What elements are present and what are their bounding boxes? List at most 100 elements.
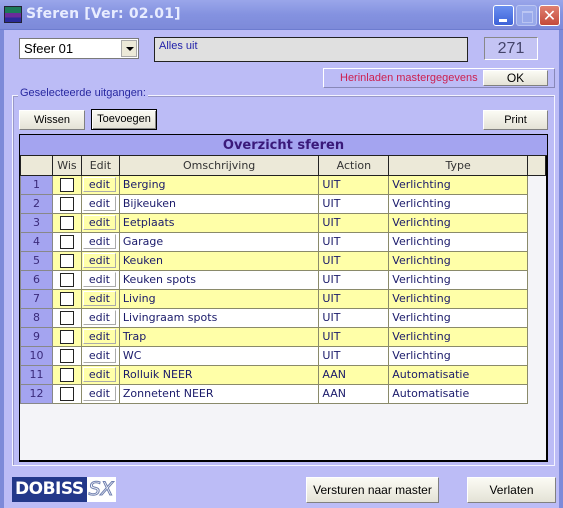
description-field[interactable]: Alles uit bbox=[154, 37, 468, 62]
omschrijving-cell: Berging bbox=[118, 174, 320, 195]
action-cell: AAN bbox=[318, 364, 390, 385]
table-row[interactable]: 5 edit Keuken UIT Verlichting bbox=[20, 250, 546, 271]
table-row[interactable]: 12 edit Zonnetent NEER AAN Automatisatie bbox=[20, 383, 546, 404]
omschrijving-cell: Zonnetent NEER bbox=[118, 383, 320, 404]
row-spacer bbox=[528, 308, 546, 327]
action-cell: UIT bbox=[318, 231, 390, 252]
wis-checkbox[interactable] bbox=[59, 367, 74, 382]
col-header-wis: Wis bbox=[51, 156, 82, 176]
toevoegen-button[interactable]: Toevoegen bbox=[91, 109, 157, 130]
omschrijving-cell: Trap bbox=[118, 326, 320, 347]
col-header-action: Action bbox=[318, 156, 390, 176]
wis-checkbox[interactable] bbox=[59, 177, 74, 192]
table-row[interactable]: 9 edit Trap UIT Verlichting bbox=[20, 326, 546, 347]
edit-cell: edit bbox=[80, 345, 120, 366]
edit-button[interactable]: edit bbox=[82, 386, 116, 401]
row-spacer bbox=[528, 232, 546, 251]
omschrijving-cell: Rolluik NEER bbox=[118, 364, 320, 385]
wis-checkbox[interactable] bbox=[59, 329, 74, 344]
wissen-button[interactable]: Wissen bbox=[19, 110, 85, 130]
row-number: 3 bbox=[20, 212, 53, 233]
edit-button[interactable]: edit bbox=[82, 329, 116, 344]
omschrijving-cell: Living bbox=[118, 288, 320, 309]
table-row[interactable]: 7 edit Living UIT Verlichting bbox=[20, 288, 546, 309]
table-row[interactable]: 6 edit Keuken spots UIT Verlichting bbox=[20, 269, 546, 290]
type-cell: Verlichting bbox=[388, 250, 529, 271]
edit-cell: edit bbox=[80, 231, 120, 252]
wis-checkbox[interactable] bbox=[59, 291, 74, 306]
row-number: 10 bbox=[20, 345, 53, 366]
wis-cell bbox=[51, 326, 82, 347]
edit-button[interactable]: edit bbox=[82, 253, 116, 268]
minimize-button[interactable] bbox=[493, 5, 514, 26]
edit-button[interactable]: edit bbox=[82, 177, 116, 192]
action-cell: UIT bbox=[318, 250, 390, 271]
table-row[interactable]: 2 edit Bijkeuken UIT Verlichting bbox=[20, 193, 546, 214]
row-spacer bbox=[528, 327, 546, 346]
wis-cell bbox=[51, 193, 82, 214]
wis-checkbox[interactable] bbox=[59, 215, 74, 230]
row-spacer bbox=[528, 251, 546, 270]
edit-button[interactable]: edit bbox=[82, 215, 116, 230]
omschrijving-cell: Bijkeuken bbox=[118, 193, 320, 214]
table-row[interactable]: 1 edit Berging UIT Verlichting bbox=[20, 174, 546, 195]
type-cell: Verlichting bbox=[388, 212, 529, 233]
row-number: 6 bbox=[20, 269, 53, 290]
type-cell: Verlichting bbox=[388, 174, 529, 195]
edit-button[interactable]: edit bbox=[82, 196, 116, 211]
wis-cell bbox=[51, 364, 82, 385]
wis-cell bbox=[51, 231, 82, 252]
edit-button[interactable]: edit bbox=[82, 367, 116, 382]
dobiss-logo: DOBISS SX bbox=[12, 477, 116, 502]
row-number: 4 bbox=[20, 231, 53, 252]
table-row[interactable]: 11 edit Rolluik NEER AAN Automatisatie bbox=[20, 364, 546, 385]
ok-button[interactable]: OK bbox=[483, 70, 548, 86]
scenes-table: Wis Edit Omschrijving Action Type 1 edit B… bbox=[20, 156, 546, 404]
close-button[interactable]: ✕ bbox=[539, 5, 560, 26]
maximize-button[interactable] bbox=[516, 5, 537, 26]
action-cell: UIT bbox=[318, 193, 390, 214]
type-cell: Automatisatie bbox=[388, 364, 529, 385]
app-icon bbox=[4, 6, 22, 23]
type-cell: Verlichting bbox=[388, 345, 529, 366]
wis-cell bbox=[51, 174, 82, 195]
omschrijving-cell: Garage bbox=[118, 231, 320, 252]
wis-checkbox[interactable] bbox=[59, 253, 74, 268]
edit-button[interactable]: edit bbox=[82, 234, 116, 249]
wis-checkbox[interactable] bbox=[59, 310, 74, 325]
wis-checkbox[interactable] bbox=[59, 196, 74, 211]
wis-cell bbox=[51, 212, 82, 233]
edit-cell: edit bbox=[80, 193, 120, 214]
table-row[interactable]: 8 edit Livingraam spots UIT Verlichting bbox=[20, 307, 546, 328]
omschrijving-cell: WC bbox=[118, 345, 320, 366]
type-cell: Verlichting bbox=[388, 307, 529, 328]
action-cell: UIT bbox=[318, 326, 390, 347]
row-spacer bbox=[528, 175, 546, 194]
print-button[interactable]: Print bbox=[483, 110, 548, 130]
col-header-type: Type bbox=[388, 156, 529, 176]
send-to-master-button[interactable]: Versturen naar master bbox=[306, 477, 439, 503]
wis-checkbox[interactable] bbox=[59, 234, 74, 249]
table-row[interactable]: 3 edit Eetplaats UIT Verlichting bbox=[20, 212, 546, 233]
title-bar[interactable]: Sferen [Ver: 02.01] ✕ bbox=[0, 0, 563, 30]
wis-checkbox[interactable] bbox=[59, 386, 74, 401]
leave-button[interactable]: Verlaten bbox=[467, 477, 556, 503]
sfeer-select[interactable]: Sfeer 01 bbox=[19, 38, 139, 59]
edit-cell: edit bbox=[80, 383, 120, 404]
table-row[interactable]: 10 edit WC UIT Verlichting bbox=[20, 345, 546, 366]
chevron-down-icon[interactable] bbox=[121, 40, 137, 57]
wis-checkbox[interactable] bbox=[59, 348, 74, 363]
wis-cell bbox=[51, 288, 82, 309]
wis-checkbox[interactable] bbox=[59, 272, 74, 287]
edit-button[interactable]: edit bbox=[82, 310, 116, 325]
group-label: Geselecteerde uitgangen: bbox=[18, 87, 148, 99]
edit-button[interactable]: edit bbox=[82, 348, 116, 363]
table-row[interactable]: 4 edit Garage UIT Verlichting bbox=[20, 231, 546, 252]
type-cell: Verlichting bbox=[388, 231, 529, 252]
type-cell: Verlichting bbox=[388, 326, 529, 347]
edit-button[interactable]: edit bbox=[82, 272, 116, 287]
type-cell: Verlichting bbox=[388, 269, 529, 290]
wis-cell bbox=[51, 307, 82, 328]
edit-button[interactable]: edit bbox=[82, 291, 116, 306]
wis-cell bbox=[51, 250, 82, 271]
